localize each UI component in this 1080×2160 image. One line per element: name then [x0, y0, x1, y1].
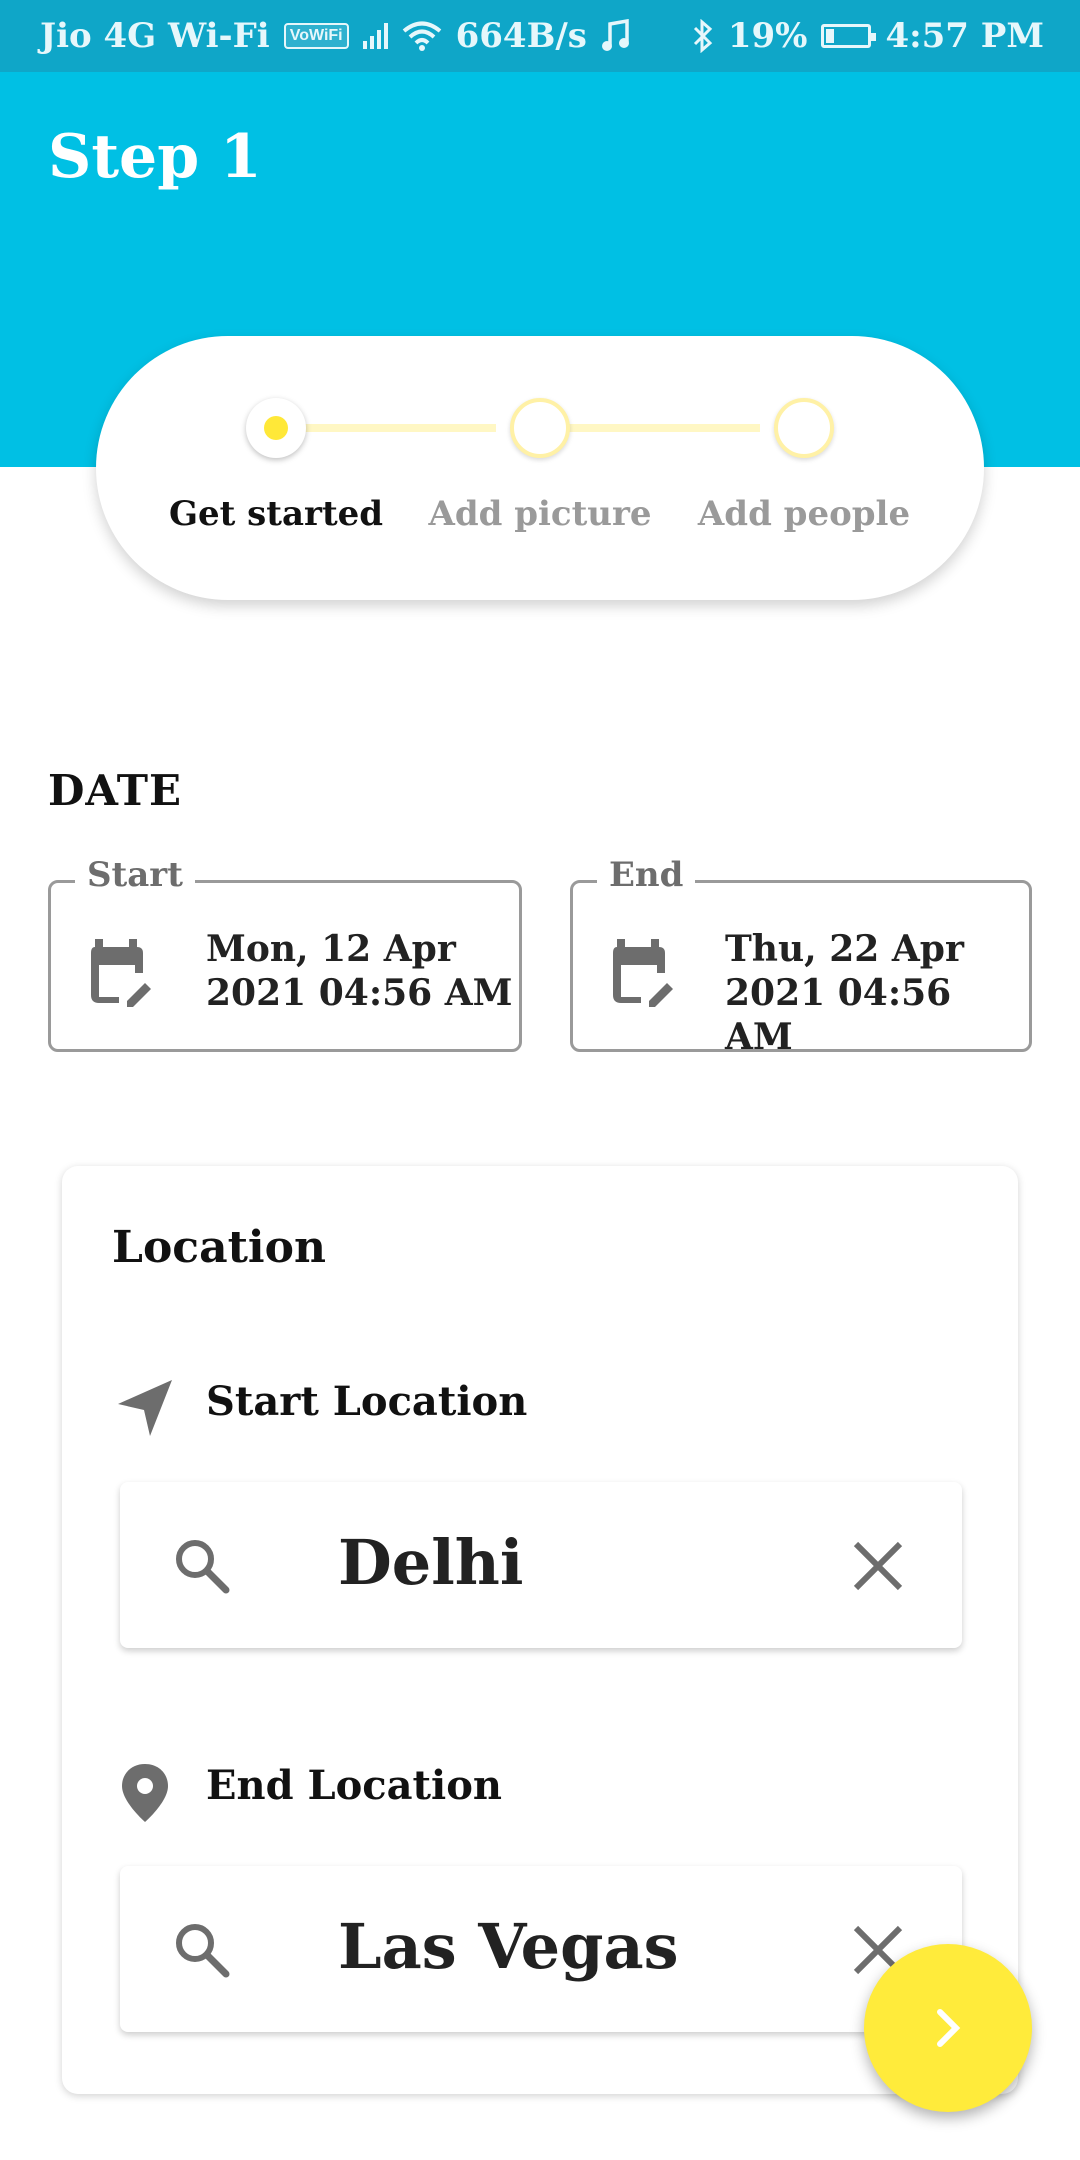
start-date-day: Mon, 12 Apr: [206, 928, 456, 970]
clock: 4:57 PM: [885, 16, 1044, 56]
chevron-right-icon: [937, 2009, 961, 2047]
close-icon[interactable]: [850, 1538, 906, 1594]
vowifi-icon: VoWiFi: [283, 23, 349, 49]
carrier-label: Jio 4G Wi-Fi: [40, 16, 270, 56]
bluetooth-icon: [693, 19, 713, 53]
end-date-legend: End: [597, 855, 696, 895]
start-location-input[interactable]: [338, 1526, 818, 1599]
start-location-label: Start Location: [206, 1378, 528, 1425]
start-date-legend: Start: [75, 855, 195, 895]
network-speed: 664B/s: [455, 16, 587, 56]
music-note-icon: [601, 19, 629, 51]
date-section-title: DATE: [48, 766, 182, 815]
end-location-label: End Location: [206, 1762, 502, 1809]
step-1-indicator[interactable]: [246, 398, 306, 458]
search-icon: [176, 1540, 230, 1594]
step-3-indicator[interactable]: [774, 398, 834, 458]
location-pin-icon: [122, 1764, 168, 1822]
step-label-add-people[interactable]: Add people: [698, 494, 910, 534]
wifi-icon: [402, 21, 441, 51]
calendar-edit-icon: [91, 939, 151, 1007]
search-icon: [176, 1924, 230, 1978]
end-location-field[interactable]: [120, 1866, 962, 2032]
step-label-get-started[interactable]: Get started: [169, 494, 383, 534]
signal-icon: [362, 23, 388, 49]
step-2-indicator[interactable]: [510, 398, 570, 458]
end-date-day: Thu, 22 Apr: [725, 928, 964, 970]
start-location-field[interactable]: [120, 1482, 962, 1648]
next-step-button[interactable]: [864, 1944, 1032, 2112]
end-date-value: Thu, 22 Apr 2021 04:56 AM: [725, 927, 1029, 1059]
end-location-input[interactable]: [338, 1910, 818, 1983]
calendar-edit-icon: [613, 939, 673, 1007]
stepper-connector: [540, 424, 760, 432]
battery-percent: 19%: [727, 16, 808, 56]
battery-icon: [821, 24, 877, 48]
start-date-field[interactable]: Start Mon, 12 Apr 2021 04:56 AM: [48, 855, 522, 1052]
stepper-connector: [276, 424, 496, 432]
end-date-time: 2021 04:56 AM: [725, 972, 952, 1058]
progress-stepper: Get started Add picture Add people: [96, 336, 984, 600]
page-title: Step 1: [48, 122, 262, 192]
start-date-time: 2021 04:56 AM: [206, 972, 513, 1014]
status-bar: Jio 4G Wi-Fi VoWiFi 664B/s 19% 4:57 PM: [0, 0, 1080, 72]
navigation-arrow-icon: [118, 1380, 172, 1436]
location-card: Location Start Location End Location: [62, 1166, 1018, 2094]
start-date-value: Mon, 12 Apr 2021 04:56 AM: [206, 927, 513, 1015]
end-date-field[interactable]: End Thu, 22 Apr 2021 04:56 AM: [570, 855, 1032, 1058]
location-title: Location: [112, 1222, 326, 1273]
step-label-add-picture[interactable]: Add picture: [428, 494, 651, 534]
